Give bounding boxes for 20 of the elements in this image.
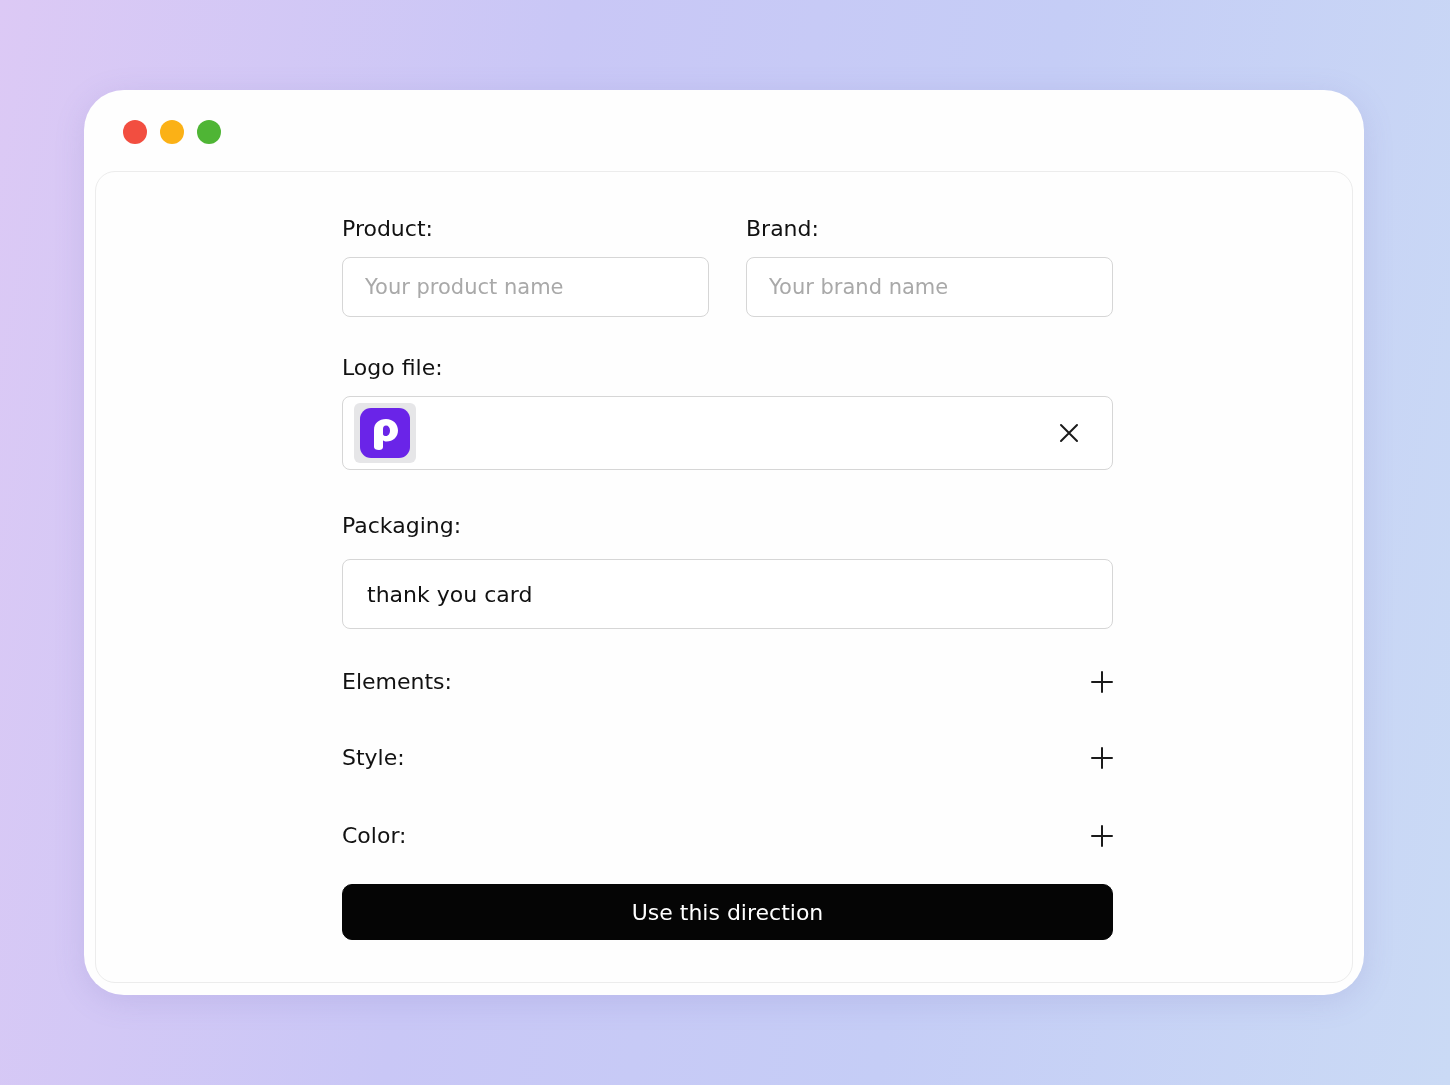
section-label: Elements: bbox=[342, 668, 452, 696]
packaging-input[interactable]: thank you card bbox=[342, 559, 1113, 629]
plus-icon[interactable] bbox=[1091, 671, 1113, 693]
logo-icon bbox=[354, 403, 416, 463]
window-dot-icon[interactable] bbox=[123, 120, 147, 144]
file-field[interactable] bbox=[342, 396, 1113, 470]
brand-input[interactable]: Your brand name bbox=[746, 257, 1113, 317]
section-label: Color: bbox=[342, 822, 407, 850]
field-label: Product: bbox=[342, 215, 434, 243]
product-input[interactable]: Your product name bbox=[342, 257, 709, 317]
field-label: Packaging: bbox=[342, 512, 463, 540]
plus-icon[interactable] bbox=[1091, 747, 1113, 769]
window-dot-icon[interactable] bbox=[160, 120, 184, 144]
field-label: Logo file: bbox=[342, 354, 444, 382]
use-direction-button[interactable]: Use this direction bbox=[342, 884, 1113, 940]
window-dot-icon[interactable] bbox=[197, 120, 221, 144]
close-icon[interactable] bbox=[1059, 423, 1079, 443]
section-label: Style: bbox=[342, 744, 405, 772]
field-label: Brand: bbox=[746, 215, 820, 243]
plus-icon[interactable] bbox=[1091, 825, 1113, 847]
